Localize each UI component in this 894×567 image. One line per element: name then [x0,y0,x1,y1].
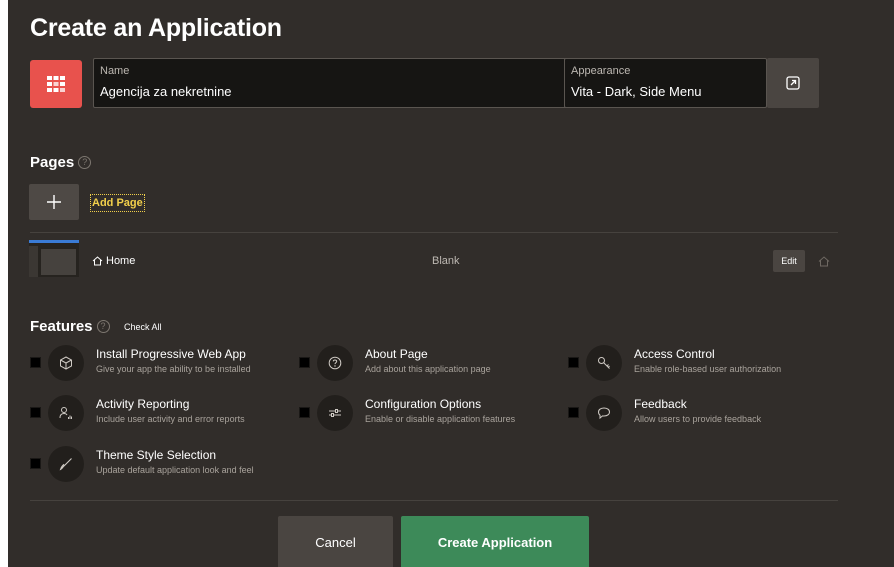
pages-section-title: Pages? [30,154,92,171]
feature-icon-wrap [317,345,353,381]
page-title: Create an Application [30,14,282,42]
app-icon-picker[interactable] [30,60,82,108]
name-field-value[interactable]: Agencija za nekretnine [100,84,232,99]
feature-icon-wrap [586,345,622,381]
feature-title: Install Progressive Web App [96,347,246,361]
name-field[interactable]: Name Agencija za nekretnine [93,58,579,108]
create-application-dialog: Create an Application Name Agencija za n… [8,0,894,567]
feature-title: Configuration Options [365,397,482,411]
edit-page-button[interactable]: Edit [773,250,805,272]
page-thumbnail [29,240,79,277]
features-section-title: Features? [30,318,110,335]
feature-description: Enable or disable application features [365,414,516,424]
feature-feedback: Feedback Allow users to provide feedback [568,395,828,435]
feature-checkbox[interactable] [568,407,579,418]
page-row-name: Home [106,255,136,267]
help-icon [328,356,342,370]
feature-description: Enable role-based user authorization [634,364,782,374]
features-title: Features [30,318,93,335]
feature-description: Include user activity and error reports [96,414,245,424]
feature-checkbox[interactable] [30,357,41,368]
feature-icon-wrap [317,395,353,431]
feature-icon-wrap [48,446,84,482]
feature-description: Add about this application page [365,364,491,374]
appearance-field[interactable]: Appearance Vita - Dark, Side Menu [564,58,767,108]
feature-title: Activity Reporting [96,397,190,411]
key-icon [598,357,610,369]
feature-icon-wrap [48,395,84,431]
appearance-field-value: Vita - Dark, Side Menu [571,84,702,99]
feature-title: Theme Style Selection [96,448,217,462]
feature-description: Update default application look and feel [96,465,254,475]
feature-description: Allow users to provide feedback [634,414,762,424]
features-help-icon[interactable]: ? [96,320,110,333]
brush-icon [59,458,72,471]
home-outline-icon [818,256,830,267]
speech-bubble-icon [597,407,611,420]
feature-title: Feedback [634,397,687,411]
feature-checkbox[interactable] [299,407,310,418]
feature-checkbox[interactable] [30,458,41,469]
page-row-home: Home [92,255,135,267]
feature-icon-wrap [48,345,84,381]
feature-checkbox[interactable] [30,407,41,418]
open-dialog-icon [786,76,800,90]
feature-configuration-options: Configuration Options Enable or disable … [299,395,559,435]
check-all-link[interactable]: Check All [124,322,162,332]
pages-title: Pages [30,154,75,171]
feature-install-pwa: Install Progressive Web App Give your ap… [30,345,290,385]
create-application-button[interactable]: Create Application [401,516,589,567]
appearance-settings-button[interactable] [767,58,819,108]
feature-access-control: Access Control Enable role-based user au… [568,345,828,385]
feature-activity-reporting: Activity Reporting Include user activity… [30,395,290,435]
feature-icon-wrap [586,395,622,431]
feature-theme-style-selection: Theme Style Selection Update default app… [30,446,290,486]
page-row-type: Blank [432,255,460,267]
feature-checkbox[interactable] [299,357,310,368]
name-field-label: Name [100,65,130,77]
appearance-field-label: Appearance [571,65,631,77]
user-chart-icon [59,407,72,419]
feature-about-page: About Page Add about this application pa… [299,345,559,385]
grid-app-icon [47,76,65,92]
footer-divider [30,500,838,501]
feature-title: About Page [365,347,428,361]
cancel-button[interactable]: Cancel [278,516,393,567]
feature-checkbox[interactable] [568,357,579,368]
pages-divider [30,232,838,233]
home-icon [92,256,103,266]
feature-title: Access Control [634,347,715,361]
cube-icon [60,356,72,370]
set-home-icon[interactable] [818,254,830,272]
feature-description: Give your app the ability to be installe… [96,364,251,374]
plus-icon [47,195,61,209]
pages-help-icon[interactable]: ? [78,156,92,169]
sliders-icon [329,409,341,417]
add-page-link[interactable]: Add Page [90,194,145,212]
add-page-button[interactable] [29,184,79,220]
